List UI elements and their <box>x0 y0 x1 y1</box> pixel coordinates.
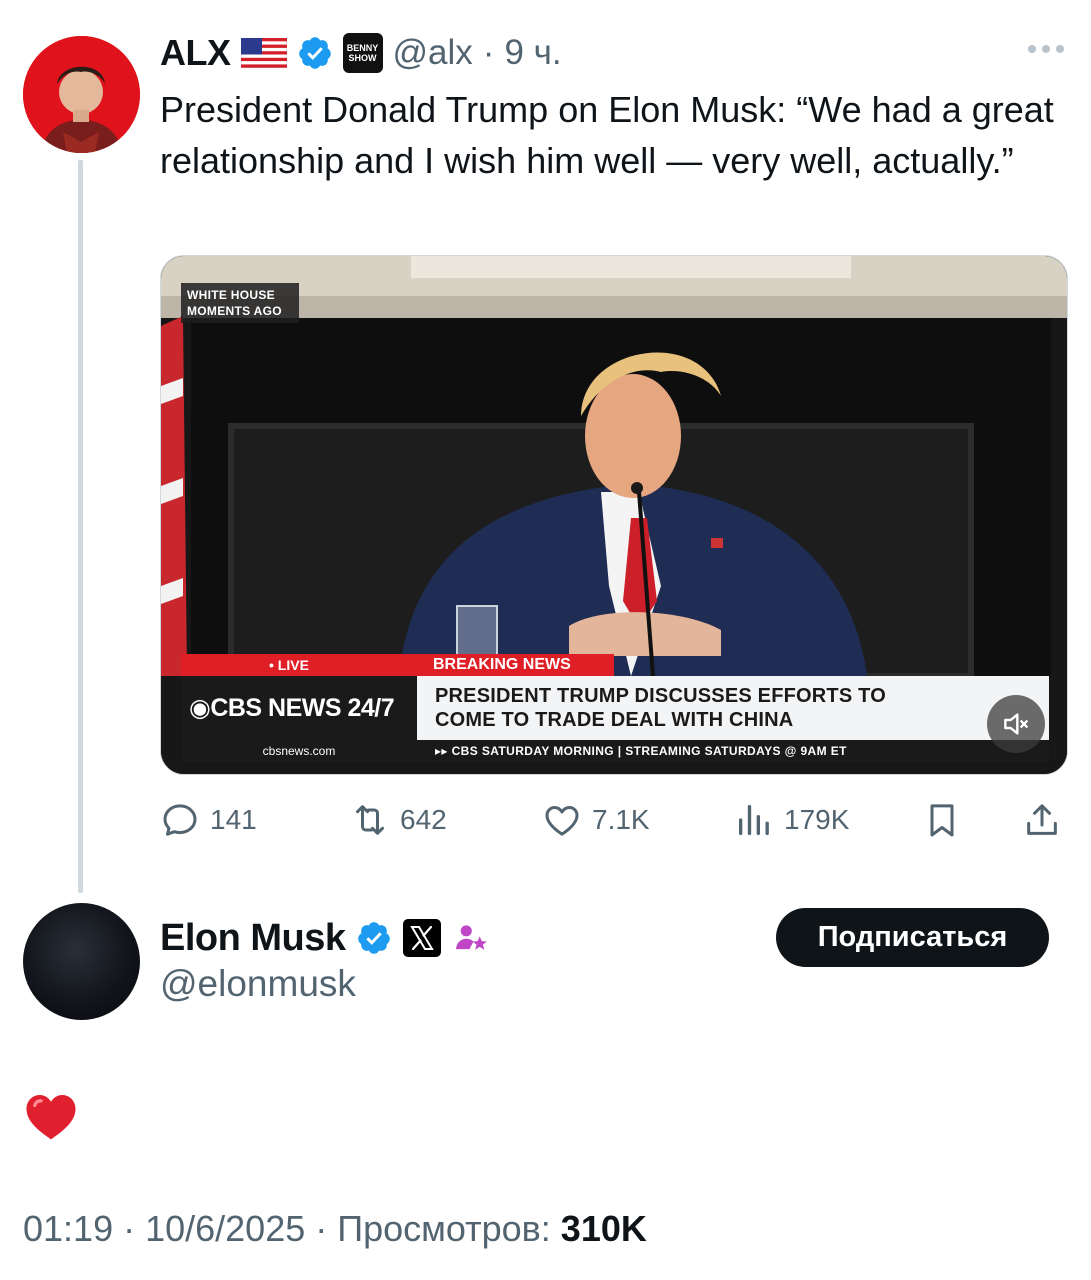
repost-action[interactable]: 642 <box>350 797 447 843</box>
more-options-icon[interactable] <box>1026 42 1066 56</box>
dot-separator: · <box>482 33 495 72</box>
follow-button[interactable]: Подписаться <box>776 908 1049 967</box>
avatar-portrait <box>23 36 140 153</box>
share-icon <box>1027 804 1057 835</box>
reply-timestamp[interactable]: 01:19 · 10/6/2025 · <box>23 1208 337 1249</box>
repost-icon <box>356 805 384 835</box>
author-name[interactable]: ALX <box>160 32 231 74</box>
news-lower-third: • LIVE BREAKING NEWS ◉CBS NEWS 24/7 cbsn… <box>181 654 1049 762</box>
corner-line-2: MOMENTS AGO <box>187 304 282 318</box>
tweet-video[interactable]: WHITE HOUSE MOMENTS AGO • LIVE BREAKING … <box>160 255 1068 775</box>
reply-author-avatar[interactable] <box>23 903 140 1020</box>
thread-connector-line <box>78 160 83 893</box>
network-logo: ◉CBS NEWS 24/7 <box>181 676 417 740</box>
views-action[interactable]: 179K <box>734 797 849 843</box>
live-label: • LIVE <box>181 654 424 676</box>
news-headline: PRESIDENT TRUMP DISCUSSES EFFORTS TO COM… <box>417 676 1049 740</box>
breaking-news-label: BREAKING NEWS <box>424 654 614 676</box>
analytics-icon <box>739 805 769 835</box>
x-affiliate-badge-icon[interactable] <box>402 918 442 958</box>
reply-action[interactable]: 141 <box>160 797 257 843</box>
red-heart-emoji-icon <box>26 1095 76 1140</box>
like-action[interactable]: 7.1K <box>542 797 650 843</box>
like-count: 7.1K <box>592 804 650 835</box>
reply-header: Elon Musk <box>160 913 490 963</box>
mute-button[interactable] <box>987 695 1045 753</box>
bookmark-action[interactable] <box>922 797 962 843</box>
volume-mute-icon <box>1004 713 1028 735</box>
heart-outline-icon <box>545 806 579 836</box>
cbs-corner-badge: WHITE HOUSE MOMENTS AGO <box>181 283 299 323</box>
author-avatar[interactable] <box>23 36 140 153</box>
news-ticker: ▸▸ CBS SATURDAY MORNING | STREAMING SATU… <box>417 740 1049 762</box>
reply-author-name[interactable]: Elon Musk <box>160 917 346 960</box>
headline-line-1: PRESIDENT TRUMP DISCUSSES EFFORTS TO <box>435 685 886 707</box>
tweet-text: President Donald Trump on Elon Musk: “We… <box>160 89 1054 181</box>
verified-badge-icon <box>357 922 390 954</box>
network-url: cbsnews.com <box>181 740 417 762</box>
affiliate-badge-icon[interactable]: BENNY SHOW <box>342 33 383 73</box>
headline-line-2: COME TO TRADE DEAL WITH CHINA <box>435 709 794 731</box>
reply-count: 141 <box>210 804 257 835</box>
reply-icon <box>163 804 197 836</box>
share-action[interactable] <box>1022 797 1062 843</box>
views-count: 310K <box>560 1208 647 1249</box>
verified-badge-icon <box>298 37 331 69</box>
subscriber-star-icon <box>455 925 487 950</box>
repost-count: 642 <box>400 804 447 835</box>
bookmark-icon <box>930 804 954 837</box>
reply-author-handle[interactable]: @elonmusk <box>160 963 356 1005</box>
us-flag-icon <box>240 38 287 68</box>
author-handle[interactable]: @alx <box>393 33 473 73</box>
views-label: Просмотров: <box>337 1208 561 1249</box>
corner-line-1: WHITE HOUSE <box>187 288 275 302</box>
tweet-header: ALX BENNY SHOW @alx · 9 ч. <box>160 30 562 76</box>
reply-meta-line: 01:19 · 10/6/2025 · Просмотров: 310K <box>23 1208 647 1250</box>
tweet-time[interactable]: 9 ч. <box>504 33 561 73</box>
view-count: 179K <box>784 804 850 835</box>
